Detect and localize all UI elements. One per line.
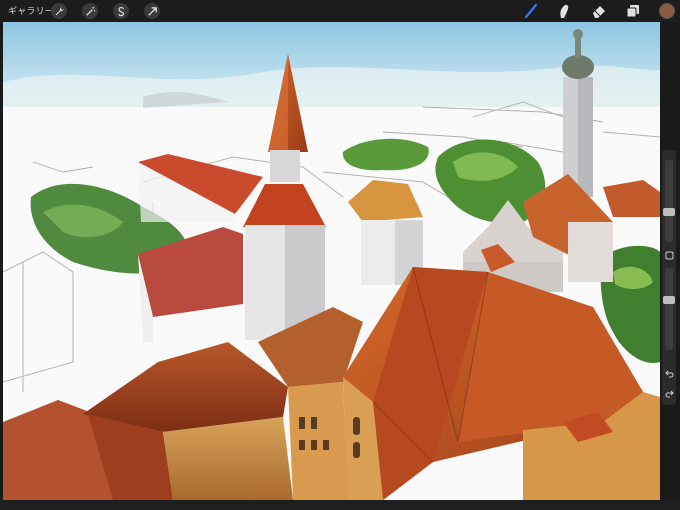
modify-square-icon[interactable] — [664, 250, 674, 260]
layers-icon[interactable] — [624, 2, 642, 20]
opacity-thumb[interactable] — [663, 296, 675, 304]
bottom-strip — [0, 500, 680, 510]
selection-icon[interactable] — [113, 3, 129, 19]
opacity-slider[interactable] — [663, 268, 675, 350]
redo-icon[interactable] — [664, 388, 674, 398]
drawing-canvas[interactable] — [3, 22, 660, 500]
color-picker-swatch[interactable] — [659, 3, 675, 19]
brush-icon[interactable] — [522, 2, 540, 20]
side-toolbar — [662, 150, 676, 405]
undo-icon[interactable] — [664, 368, 674, 378]
magic-wand-icon[interactable] — [82, 3, 98, 19]
top-toolbar: ギャラリー — [0, 0, 680, 22]
brush-size-thumb[interactable] — [663, 208, 675, 216]
gallery-button[interactable]: ギャラリー — [8, 4, 54, 17]
eraser-icon[interactable] — [590, 2, 608, 20]
transform-arrow-icon[interactable] — [144, 3, 160, 19]
wrench-icon[interactable] — [51, 3, 67, 19]
canvas-painting — [3, 22, 660, 500]
brush-size-slider[interactable] — [663, 160, 675, 242]
smudge-icon[interactable] — [555, 2, 573, 20]
